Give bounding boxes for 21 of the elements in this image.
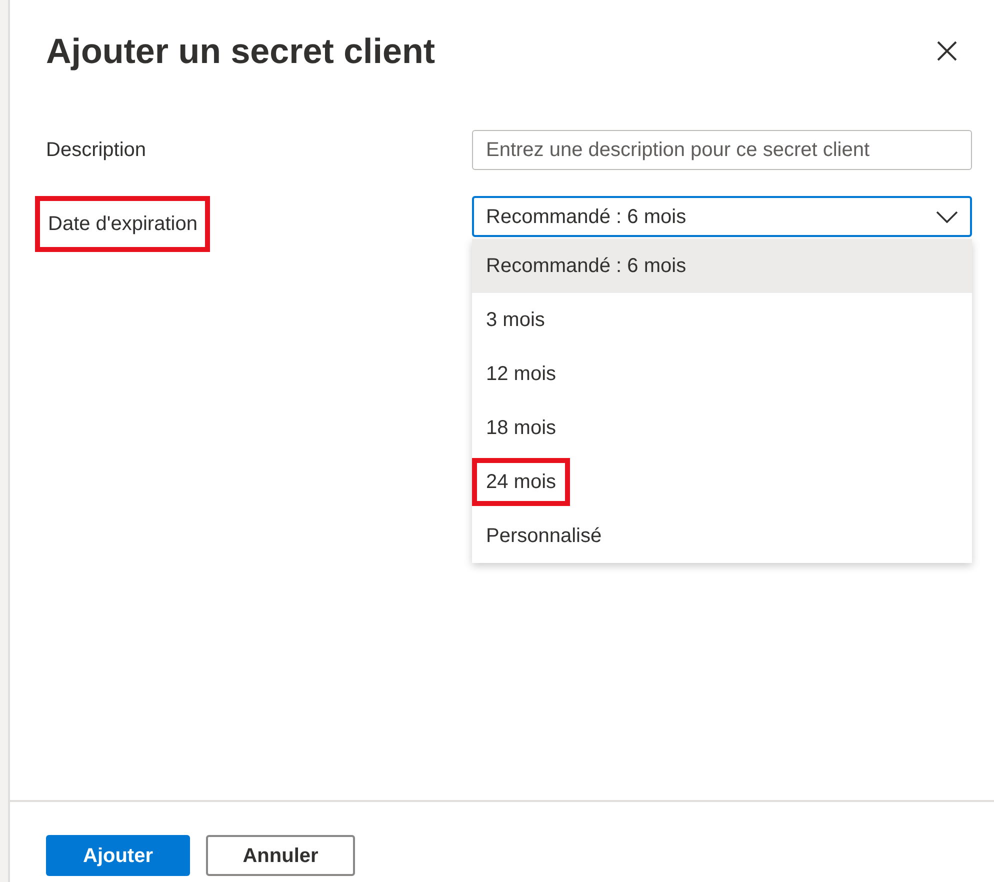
dropdown-option[interactable]: 3 mois (472, 293, 972, 347)
option-label: Recommandé : 6 mois (485, 254, 688, 279)
dialog-title: Ajouter un secret client (46, 31, 435, 73)
option-label: 24 mois (472, 458, 570, 506)
chevron-down-icon (936, 210, 958, 222)
option-label: 18 mois (485, 416, 558, 441)
description-field[interactable]: Entrez une description pour ce secret client (472, 130, 972, 170)
option-label: 3 mois (485, 308, 546, 333)
option-label: 12 mois (485, 362, 558, 387)
secondary-button[interactable]: Annuler (206, 835, 355, 876)
field-label: Date d'expiration (35, 196, 210, 252)
dropdown-option[interactable]: 18 mois (472, 401, 972, 455)
primary-button[interactable]: Ajouter (46, 835, 190, 876)
field-label: Description (46, 138, 148, 163)
expiration-dropdown[interactable]: Recommandé : 6 mois (472, 196, 972, 237)
dropdown-option[interactable]: 24 mois (472, 455, 972, 509)
dropdown-option[interactable]: Recommandé : 6 mois (472, 239, 972, 293)
option-label: Personnalisé (485, 524, 603, 549)
dropdown-option[interactable]: 12 mois (472, 347, 972, 401)
close-icon (936, 40, 958, 62)
dropdown-option[interactable]: Personnalisé (472, 509, 972, 563)
